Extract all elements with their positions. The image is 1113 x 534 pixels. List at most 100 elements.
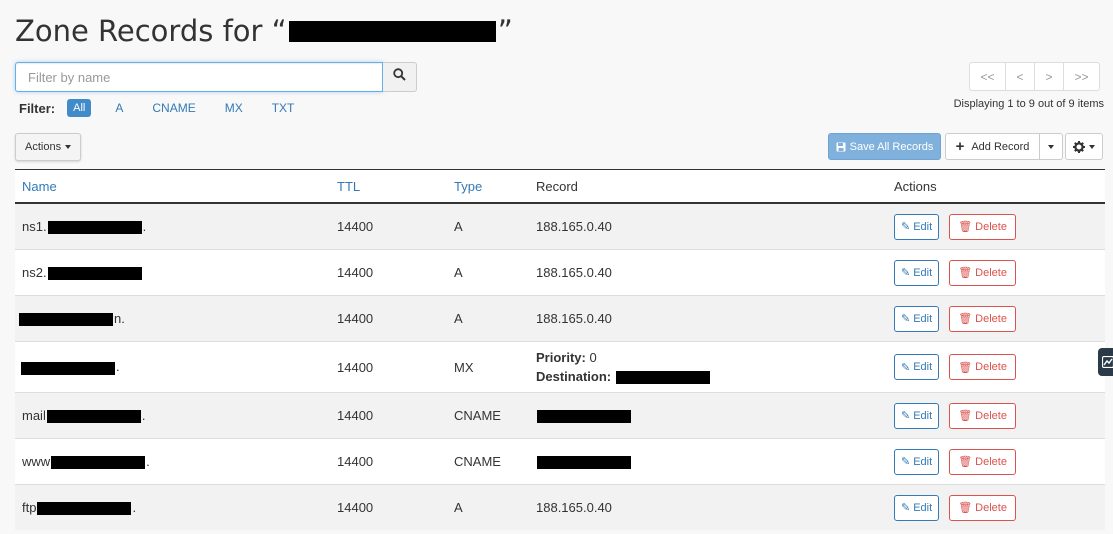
zone-records-table: Name TTL Type Record Actions ns1.. 14400… (15, 169, 1105, 530)
record-name: mail. (15, 392, 330, 439)
save-all-records-button[interactable]: Save All Records (828, 133, 941, 160)
column-header-actions: Actions (894, 169, 1105, 204)
mx-priority: Priority: 0 (536, 350, 597, 365)
search-button[interactable] (383, 62, 417, 92)
redacted-text (21, 361, 115, 375)
delete-button[interactable]: 🗑 Delete (949, 494, 1016, 521)
pencil-icon: ✎ (901, 456, 911, 468)
record-value: 188.165.0.40 (529, 295, 894, 342)
record-name: . (15, 341, 330, 393)
pencil-icon: ✎ (901, 313, 911, 325)
add-record-button[interactable]: + Add Record (945, 133, 1040, 160)
save-all-label: Save All Records (849, 140, 934, 153)
add-record-label: Add Record (971, 140, 1030, 153)
delete-button[interactable]: 🗑 Delete (949, 259, 1016, 286)
record-ttl: 14400 (330, 249, 447, 296)
delete-button[interactable]: 🗑 Delete (949, 448, 1016, 475)
filter-mx[interactable]: MX (220, 99, 248, 117)
filter-txt[interactable]: TXT (267, 99, 300, 117)
redacted-text (537, 410, 631, 424)
record-type: A (447, 484, 529, 530)
record-type: CNAME (447, 392, 529, 439)
record-name: www. (15, 438, 330, 485)
edit-button[interactable]: ✎ Edit (894, 213, 940, 240)
column-header-name[interactable]: Name (15, 169, 330, 204)
trash-icon: 🗑 (958, 361, 973, 374)
pager-first[interactable]: << (969, 62, 1006, 91)
pencil-icon: ✎ (901, 502, 911, 514)
record-type: A (447, 202, 529, 250)
table-row: n. 14400 A 188.165.0.40 ✎ Edit 🗑 Delete (15, 295, 1105, 342)
trash-icon: 🗑 (958, 267, 973, 279)
record-type: A (447, 295, 529, 342)
add-record-dropdown[interactable] (1040, 133, 1063, 160)
trash-icon: 🗑 (958, 456, 973, 468)
side-panel-toggle[interactable] (1098, 348, 1113, 376)
displaying-count: Displaying 1 to 9 out of 9 items (953, 98, 1104, 110)
record-ttl: 14400 (330, 295, 447, 342)
floppy-disk-icon (836, 142, 846, 152)
filter-all[interactable]: All (67, 99, 92, 117)
record-actions: ✎ Edit 🗑 Delete (894, 202, 1105, 250)
plus-icon: + (955, 138, 965, 155)
record-value (529, 438, 894, 485)
gear-icon (1073, 140, 1085, 153)
actions-label: Actions (25, 141, 62, 153)
record-name: ns2. (15, 249, 330, 296)
record-ttl: 14400 (330, 202, 447, 250)
trash-icon: 🗑 (958, 502, 973, 514)
record-actions: ✎ Edit 🗑 Delete (894, 295, 1105, 342)
record-type: CNAME (447, 438, 529, 485)
caret-down-icon (1089, 144, 1095, 149)
edit-button[interactable]: ✎ Edit (894, 305, 940, 332)
search-input[interactable] (15, 62, 383, 92)
page-title-suffix: ” (497, 14, 513, 48)
edit-button[interactable]: ✎ Edit (894, 494, 940, 521)
filter-bar: Filter: All A CNAME MX TXT (19, 99, 318, 117)
trash-icon: 🗑 (958, 410, 973, 422)
table-header-row: Name TTL Type Record Actions (15, 169, 1105, 204)
record-actions: ✎ Edit 🗑 Delete (894, 438, 1105, 485)
settings-dropdown-button[interactable] (1065, 133, 1103, 160)
column-header-ttl[interactable]: TTL (330, 169, 447, 204)
search-icon (393, 68, 406, 86)
record-type: MX (447, 341, 529, 393)
column-header-type[interactable]: Type (447, 169, 529, 204)
delete-button[interactable]: 🗑 Delete (949, 213, 1016, 240)
table-row: . 14400 MX Priority: 0 Destination: ✎ Edi… (15, 341, 1105, 393)
filter-cname[interactable]: CNAME (147, 99, 200, 117)
pager-last[interactable]: >> (1063, 62, 1100, 91)
filter-a[interactable]: A (110, 99, 128, 117)
mx-destination: Destination: (536, 367, 887, 386)
record-ttl: 14400 (330, 392, 447, 439)
edit-button[interactable]: ✎ Edit (894, 402, 940, 429)
caret-down-icon (1048, 144, 1054, 149)
delete-button[interactable]: 🗑 Delete (949, 402, 1016, 429)
edit-button[interactable]: ✎ Edit (894, 259, 940, 286)
add-record-group: + Add Record (945, 133, 1063, 160)
pager-prev[interactable]: < (1005, 62, 1035, 91)
record-name: ftp. (15, 484, 330, 530)
filter-label: Filter: (19, 100, 56, 116)
pagination: << < > >> (969, 62, 1100, 91)
pager-next[interactable]: > (1034, 62, 1064, 91)
pencil-icon: ✎ (901, 267, 911, 279)
record-actions: ✎ Edit 🗑 Delete (894, 341, 1105, 393)
pencil-icon: ✎ (901, 361, 911, 374)
table-row: ftp. 14400 A 188.165.0.40 ✎ Edit 🗑 Delete (15, 484, 1105, 530)
record-actions: ✎ Edit 🗑 Delete (894, 484, 1105, 530)
table-row: ns1.. 14400 A 188.165.0.40 ✎ Edit 🗑 Delete (15, 202, 1105, 250)
record-value: Priority: 0 Destination: (529, 341, 894, 393)
column-header-record: Record (529, 169, 894, 204)
actions-dropdown-button[interactable]: Actions (15, 133, 82, 161)
delete-button[interactable]: 🗑 Delete (949, 354, 1016, 380)
search-bar (15, 62, 417, 92)
record-actions: ✎ Edit 🗑 Delete (894, 249, 1105, 296)
edit-button[interactable]: ✎ Edit (894, 448, 940, 475)
delete-button[interactable]: 🗑 Delete (949, 305, 1016, 332)
redacted-text (19, 313, 113, 327)
redacted-text (537, 456, 631, 470)
page-title-prefix: Zone Records for “ (15, 14, 287, 48)
edit-button[interactable]: ✎ Edit (894, 354, 940, 380)
record-name: ns1.. (15, 202, 330, 250)
